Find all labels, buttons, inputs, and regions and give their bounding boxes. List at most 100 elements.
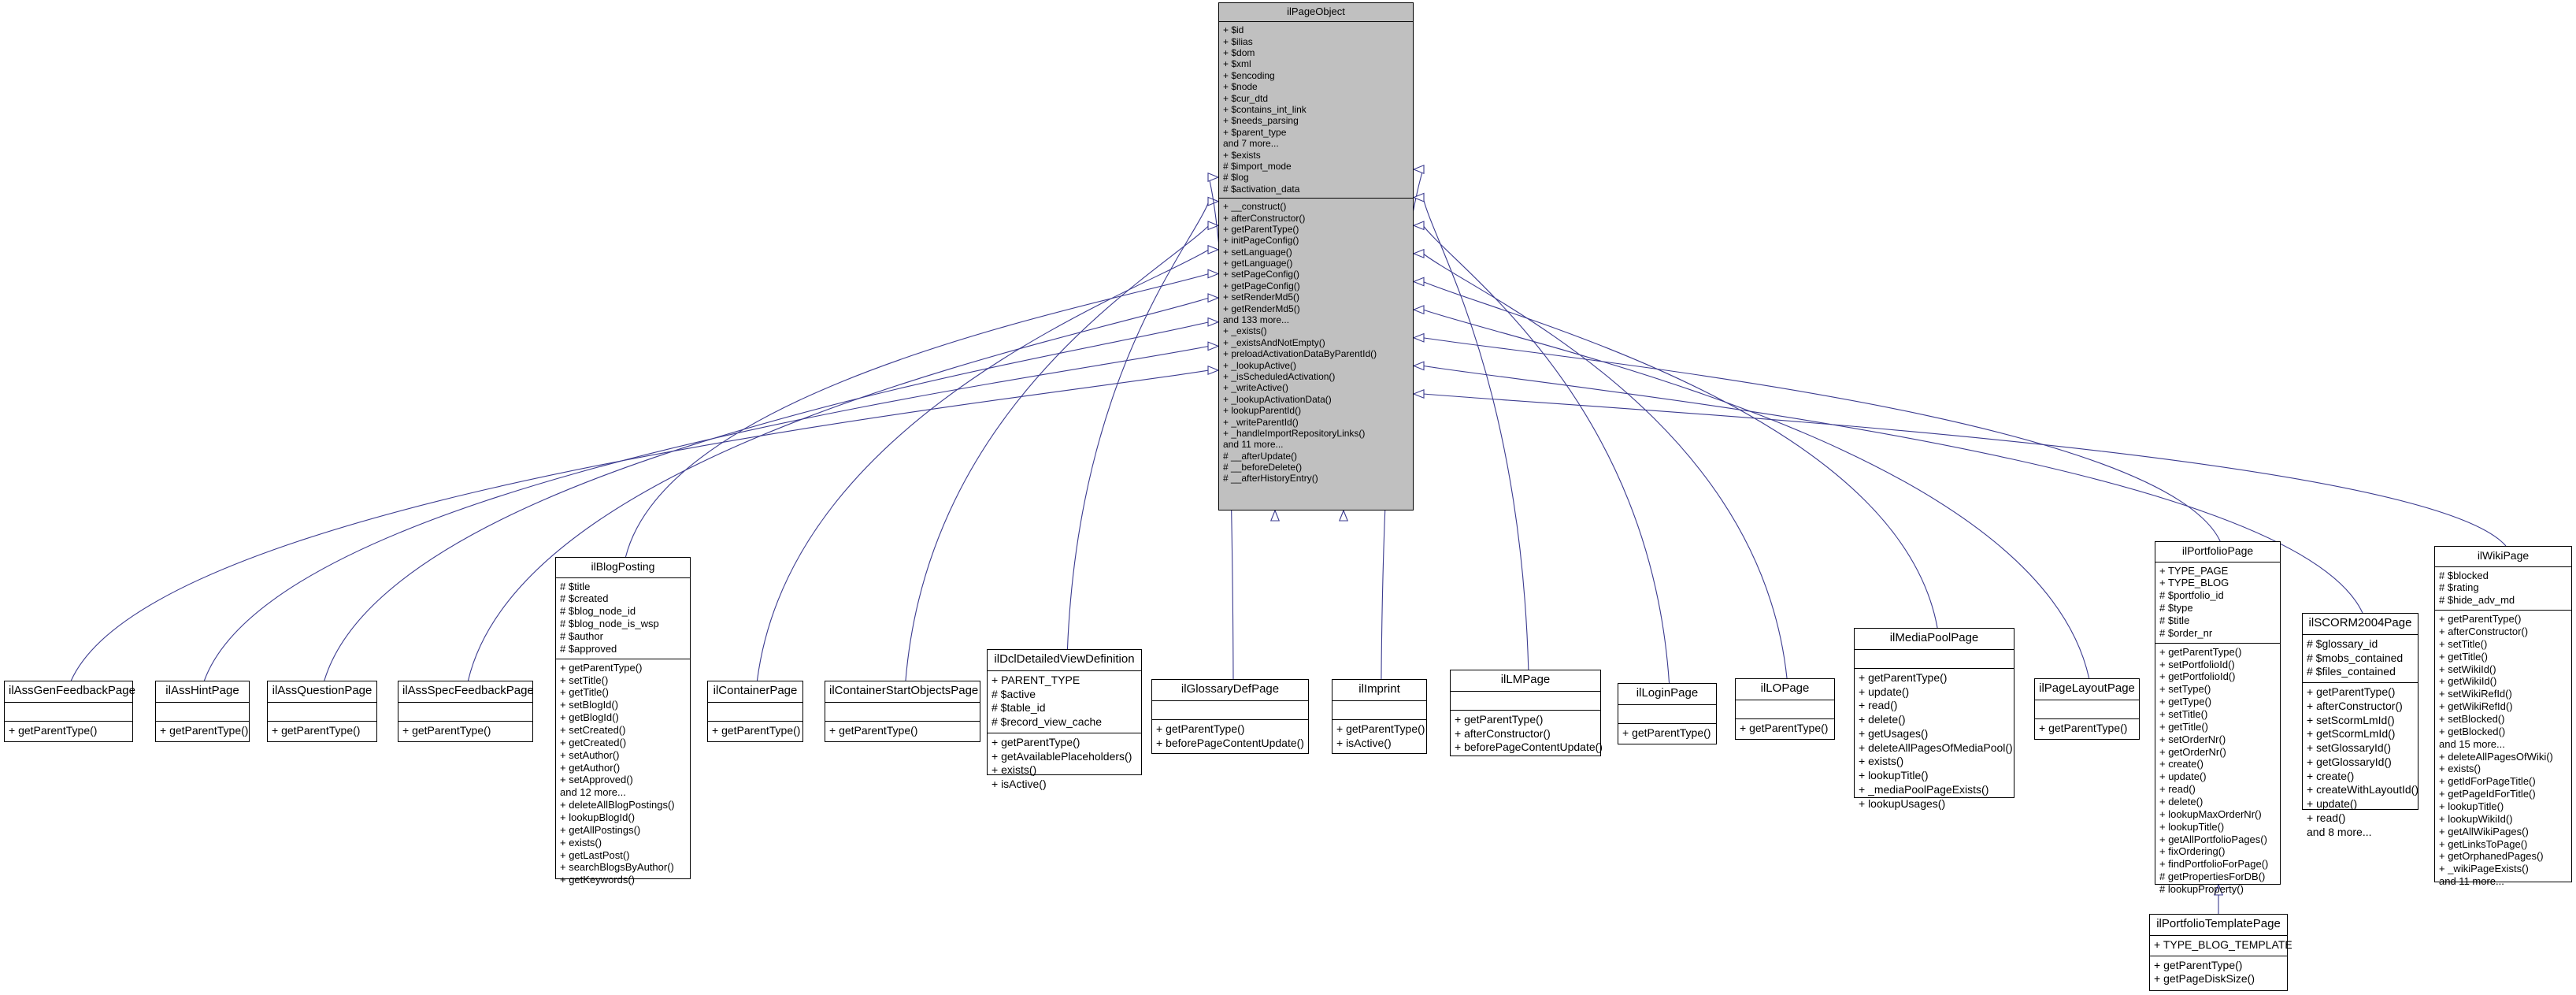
class-title-ilLMPage: ilLMPage — [1500, 673, 1551, 686]
class-attributes-ilBlogPosting-line: # $created — [560, 592, 609, 605]
class-operations-ilBlogPosting-line: + getBlogId() — [560, 711, 619, 724]
class-operations-ilMediaPoolPage-line: + update() — [1859, 685, 1910, 698]
inheritance-arrow-ilPortfolioPage — [1412, 332, 1425, 343]
class-operations-ilPageObject-line: + getLanguage() — [1223, 258, 1293, 269]
class-attributes-ilPageObject-line: + $ilias — [1223, 35, 1253, 47]
class-operations-ilBlogPosting-line: + setApproved() — [560, 774, 633, 786]
class-attributes-ilPageObject-line: + $parent_type — [1223, 126, 1287, 138]
class-attributes-ilPageLayoutPage — [2035, 700, 2139, 718]
inheritance-edge-ilContainerStartObjectsPage — [905, 225, 1210, 681]
class-title-ilContainerPage: ilContainerPage — [713, 684, 798, 697]
class-node-ilLMPage[interactable]: ilLMPage + getParentType() + afterConstruc… — [1450, 670, 1603, 756]
class-operations-ilPortfolioPage-line: + delete() — [2159, 795, 2203, 808]
class-attributes-ilPageObject-line: + $exists — [1223, 149, 1261, 161]
class-operations-ilMediaPoolPage-line: + getUsages() — [1859, 726, 1929, 740]
class-operations-ilContainerStartObjectsPage: + getParentType() — [825, 722, 980, 741]
class-attributes-ilBlogPosting: # $title # $created # $blog_node_id # $blog… — [556, 578, 690, 659]
class-attributes-ilSCORM2004Page: # $glossary_id # $mobs_contained # $files_… — [2303, 635, 2418, 682]
class-operations-ilMediaPoolPage-line: + delete() — [1859, 713, 1906, 726]
class-operations-ilSCORM2004Page-line: + update() — [2307, 797, 2358, 811]
class-operations-ilPortfolioPage-line: + findPortfolioForPage() — [2159, 858, 2269, 871]
inheritance-arrow-ilAssSpecFeedbackPage — [1207, 293, 1220, 303]
class-operations-ilBlogPosting-line: + getAllPostings() — [560, 823, 641, 836]
class-title-ilBlogPosting: ilBlogPosting — [591, 560, 655, 573]
class-node-ilAssSpecFeedbackPage[interactable]: ilAssSpecFeedbackPage + getParentType() — [398, 681, 534, 742]
class-title-ilLoginPage: ilLoginPage — [1636, 686, 1699, 700]
class-node-ilLOPage[interactable]: ilLOPage + getParentType() — [1735, 678, 1835, 740]
class-attributes-ilPageObject-line: + $dom — [1223, 47, 1255, 59]
class-operations-ilWikiPage-line: + setWikiId() — [2439, 663, 2496, 675]
class-operations-ilLOPage: + getParentType() — [1736, 719, 1834, 739]
class-operations-ilPortfolioPage-line: + read() — [2159, 783, 2196, 796]
class-title-ilContainerStartObjectsPage: ilContainerStartObjectsPage — [829, 684, 979, 697]
class-operations-ilPortfolioPage-line: + getPortfolioId() — [2159, 670, 2236, 683]
class-operations-ilBlogPosting-line: + getLastPost() — [560, 848, 630, 861]
class-title-ilPageLayoutPage: ilPageLayoutPage — [2039, 681, 2135, 695]
class-node-ilBlogPosting[interactable]: ilBlogPosting # $title # $created # $blog_n… — [555, 557, 691, 885]
class-operations-ilSCORM2004Page-line: + getGlossaryId() — [2307, 755, 2392, 768]
class-attributes-ilWikiPage-line: # $blocked — [2439, 569, 2489, 581]
class-node-ilContainerPage[interactable]: ilContainerPage + getParentType() — [707, 681, 803, 742]
class-node-ilAssGenFeedbackPage[interactable]: ilAssGenFeedbackPage + getParentType() — [4, 681, 135, 742]
class-title-ilAssQuestionPage: ilAssQuestionPage — [272, 684, 373, 697]
class-node-ilAssHintPage[interactable]: ilAssHintPage + getParentType() — [155, 681, 250, 742]
class-node-ilLoginPage[interactable]: ilLoginPage + getParentType() — [1618, 683, 1717, 744]
inheritance-edge-ilLoginPage — [1422, 225, 1670, 684]
class-operations-ilPageLayoutPage: + getParentType() — [2035, 719, 2139, 739]
class-operations-ilPageObject-line: + _exists() — [1223, 325, 1267, 337]
class-node-ilMediaPoolPage[interactable]: ilMediaPoolPage + getParentType() + update… — [1854, 628, 2014, 810]
class-attributes-ilPortfolioPage-line: + TYPE_PAGE — [2159, 564, 2229, 577]
class-node-ilPortfolioTemplatePage[interactable]: ilPortfolioTemplatePage + TYPE_BLOG_TEMPL… — [2149, 914, 2292, 991]
class-title-ilAssGenFeedbackPage: ilAssGenFeedbackPage — [9, 684, 135, 697]
class-node-ilSCORM2004Page[interactable]: ilSCORM2004Page # $glossary_id # $mobs_con… — [2302, 613, 2418, 838]
class-operations-ilDclDetailedViewDefinition-line: + isActive() — [991, 778, 1047, 791]
inheritance-arrow-ilAssHintPage — [1207, 341, 1220, 351]
class-title-ilImprint: ilImprint — [1358, 682, 1400, 696]
class-node-ilContainerStartObjectsPage[interactable]: ilContainerStartObjectsPage + getParentTy… — [825, 681, 980, 742]
class-attributes-ilPageObject-line: + $needs_parsing — [1223, 115, 1299, 127]
class-operations-ilMediaPoolPage: + getParentType() + update() + read() + del… — [1855, 669, 2014, 815]
class-operations-ilContainerPage: + getParentType() — [708, 722, 802, 741]
class-node-ilImprint[interactable]: ilImprint + getParentType() + isActive() — [1332, 679, 1427, 754]
class-node-ilWikiPage[interactable]: ilWikiPage # $blocked # $rating # $hide_adv… — [2434, 546, 2572, 887]
class-operations-ilPageObject-line: # __beforeDelete() — [1223, 462, 1303, 473]
class-title-ilAssSpecFeedbackPage: ilAssSpecFeedbackPage — [402, 684, 534, 697]
class-operations-ilGlossaryDefPage-line: + beforePageContentUpdate() — [1156, 736, 1304, 749]
class-operations-ilPageObject-line: # __afterUpdate() — [1223, 450, 1298, 462]
class-attributes-ilPageObject-line: + $encoding — [1223, 69, 1275, 81]
class-attributes-ilPageObject-line: + $cur_dtd — [1223, 92, 1269, 104]
class-node-ilPageObject[interactable]: ilPageObject + $id + $ilias + $dom + $xml + $… — [1218, 2, 1414, 510]
class-operations-ilBlogPosting-line: + getCreated() — [560, 736, 627, 748]
class-operations-ilWikiPage-line: + exists() — [2439, 763, 2481, 775]
inheritance-arrow-ilWikiPage — [1412, 388, 1425, 399]
class-attributes-ilAssSpecFeedbackPage — [398, 703, 532, 721]
class-operations-ilBlogPosting: + getParentType() + setTitle() + getTitle(… — [556, 659, 690, 889]
class-operations-ilContainerStartObjectsPage-line: + getParentType() — [829, 723, 918, 737]
class-operations-ilPortfolioTemplatePage: + getParentType() + getPageDiskSize() — [2150, 956, 2287, 990]
inheritance-edge-ilLOPage — [1422, 253, 1788, 679]
class-operations-ilPortfolioPage-line: + update() — [2159, 770, 2207, 783]
class-attributes-ilPortfolioPage: + TYPE_PAGE + TYPE_BLOG # $portfolio_id # $… — [2155, 562, 2280, 643]
class-node-ilDclDetailedViewDefinition[interactable]: ilDclDetailedViewDefinition + PARENT_TYPE… — [987, 649, 1142, 790]
class-operations-ilPageObject-line: + _writeActive() — [1223, 382, 1289, 394]
class-operations-ilPageObject-line: + _handleImportRepositoryLinks() — [1223, 427, 1366, 439]
class-attributes-ilSCORM2004Page-line: # $files_contained — [2307, 665, 2396, 678]
class-operations-ilWikiPage-line: + getOrphanedPages() — [2439, 850, 2544, 863]
class-attributes-ilPortfolioPage-line: # $order_nr — [2159, 626, 2213, 639]
inheritance-arrow-ilLOPage — [1412, 248, 1425, 258]
class-attributes-ilPortfolioTemplatePage-line: + TYPE_BLOG_TEMPLATE — [2154, 937, 2292, 951]
class-node-ilPortfolioPage[interactable]: ilPortfolioPage + TYPE_PAGE + TYPE_BLOG # $… — [2155, 541, 2281, 895]
class-operations-ilLMPage-line: + beforePageContentUpdate() — [1455, 741, 1603, 754]
class-attributes-ilLoginPage — [1618, 705, 1716, 723]
class-attributes-ilContainerPage — [708, 703, 802, 721]
class-attributes-ilBlogPosting-line: # $blog_node_is_wsp — [560, 618, 659, 630]
class-attributes-ilPageObject-line: + $xml — [1223, 58, 1251, 70]
class-operations-ilAssGenFeedbackPage-line: + getParentType() — [9, 723, 98, 737]
class-operations-ilPortfolioPage-line: + setTitle() — [2159, 707, 2208, 720]
class-node-ilPageLayoutPage[interactable]: ilPageLayoutPage + getParentType() — [2034, 678, 2140, 740]
class-operations-ilMediaPoolPage-line: + lookupUsages() — [1859, 796, 1946, 810]
class-node-ilAssQuestionPage[interactable]: ilAssQuestionPage + getParentType() — [267, 681, 377, 742]
class-node-ilGlossaryDefPage[interactable]: ilGlossaryDefPage + getParentType() + befo… — [1151, 679, 1309, 754]
class-attributes-ilImprint — [1332, 701, 1426, 719]
class-attributes-ilPageObject-line: and 7 more... — [1223, 138, 1279, 150]
